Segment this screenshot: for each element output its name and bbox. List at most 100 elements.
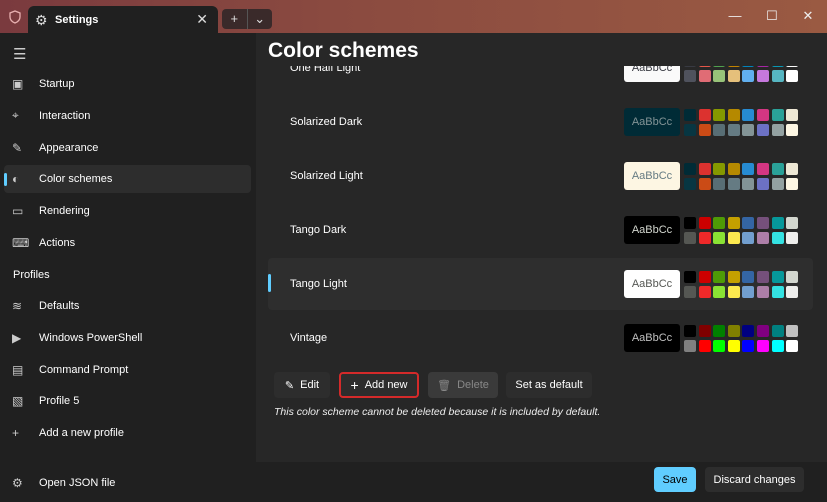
color-swatch xyxy=(742,66,755,67)
sidebar-profile-profile-5-label: Profile 5 xyxy=(39,395,80,408)
color-swatch xyxy=(742,325,755,337)
save-button[interactable]: Save xyxy=(654,467,696,492)
color-swatch xyxy=(786,163,799,175)
color-swatch xyxy=(698,232,711,244)
color-swatch xyxy=(698,163,711,175)
sidebar-item-actions[interactable]: ⌨ Actions xyxy=(4,229,251,257)
color-swatch xyxy=(742,70,755,82)
sidebar-item-rendering[interactable]: ▭ Rendering xyxy=(4,197,251,225)
color-swatch xyxy=(684,124,696,136)
color-swatch xyxy=(698,66,711,67)
color-swatch xyxy=(742,124,755,136)
maximize-button[interactable]: ☐ xyxy=(762,8,782,24)
sidebar-profile-profile-5-icon: ▧ xyxy=(12,394,24,409)
sidebar-profile-command-prompt[interactable]: ▤ Command Prompt xyxy=(4,356,251,384)
sidebar-item-interaction-icon: ⌖ xyxy=(12,108,19,123)
color-swatch xyxy=(713,232,726,244)
color-swatch xyxy=(786,109,799,121)
discard-changes-button[interactable]: Discard changes xyxy=(705,467,804,492)
delete-button[interactable]: 🗑 Delete xyxy=(428,372,498,398)
color-swatch xyxy=(684,340,696,352)
color-swatch xyxy=(742,271,755,283)
color-swatch xyxy=(698,286,711,298)
color-swatch xyxy=(757,271,769,283)
plus-icon: + xyxy=(350,377,359,393)
sidebar-item-rendering-icon: ▭ xyxy=(12,204,24,219)
sidebar-item-appearance-icon: ✎ xyxy=(12,140,23,155)
color-swatch xyxy=(742,340,755,352)
minimize-button[interactable]: — xyxy=(725,8,745,23)
sidebar-item-appearance[interactable]: ✎ Appearance xyxy=(4,134,251,162)
color-swatch xyxy=(684,178,696,190)
color-swatch xyxy=(771,217,784,229)
sidebar-profile-profile-5[interactable]: ▧ Profile 5 xyxy=(4,387,251,415)
add-new-button[interactable]: + Add new xyxy=(339,372,419,398)
sidebar-profile-defaults[interactable]: ≋ Defaults xyxy=(4,292,251,320)
color-swatch xyxy=(742,109,755,121)
scheme-row[interactable]: Tango Light AaBbCc xyxy=(268,258,813,310)
sidebar-profile-add-a-new-profile[interactable]: + Add a new profile xyxy=(4,419,251,447)
color-swatch xyxy=(684,217,696,229)
color-swatch xyxy=(698,124,711,136)
delete-note: This color scheme cannot be deleted beca… xyxy=(274,406,601,418)
color-swatch xyxy=(684,109,696,121)
close-button[interactable]: ✕ xyxy=(798,8,818,24)
color-swatch xyxy=(771,163,784,175)
color-swatch xyxy=(786,217,799,229)
color-swatch xyxy=(684,70,696,82)
scheme-preview: AaBbCc xyxy=(624,108,680,136)
sidebar-profile-command-prompt-icon: ▤ xyxy=(12,362,24,377)
sidebar-item-rendering-label: Rendering xyxy=(39,205,90,218)
color-swatch xyxy=(786,232,799,244)
tab-settings[interactable]: ⚙ Settings ✕ xyxy=(28,6,218,33)
sidebar-profile-defaults-icon: ≋ xyxy=(12,299,23,313)
scheme-preview: AaBbCc xyxy=(624,66,680,82)
color-swatch xyxy=(698,70,711,82)
open-json-file[interactable]: ⚙ Open JSON file xyxy=(4,469,251,497)
color-swatch xyxy=(698,340,711,352)
scheme-row[interactable]: Solarized Dark AaBbCc xyxy=(268,96,813,148)
color-swatch xyxy=(786,286,799,298)
scheme-row[interactable]: Tango Dark AaBbCc xyxy=(268,204,813,256)
sidebar-profile-command-prompt-label: Command Prompt xyxy=(39,363,129,376)
color-swatch xyxy=(727,163,740,175)
color-swatch xyxy=(713,286,726,298)
sidebar-item-interaction[interactable]: ⌖ Interaction xyxy=(4,102,251,130)
sidebar-profile-add-a-new-profile-label: Add a new profile xyxy=(39,427,124,440)
tab-title: Settings xyxy=(55,14,99,26)
color-swatch xyxy=(786,70,799,82)
scheme-preview: AaBbCc xyxy=(624,270,680,298)
scheme-row[interactable]: Solarized Light AaBbCc xyxy=(268,150,813,202)
color-swatch xyxy=(771,325,784,337)
color-swatch xyxy=(757,232,769,244)
color-swatch xyxy=(786,325,799,337)
scheme-row[interactable]: Vintage AaBbCc xyxy=(268,312,813,364)
scheme-row[interactable]: One Half Light AaBbCc xyxy=(268,66,813,94)
tab-close-icon[interactable]: ✕ xyxy=(196,11,208,28)
new-tab-button[interactable]: + xyxy=(222,9,248,29)
color-swatch xyxy=(757,124,769,136)
color-swatch xyxy=(684,325,696,337)
color-swatch xyxy=(727,124,740,136)
color-swatch xyxy=(771,178,784,190)
set-default-button[interactable]: Set as default xyxy=(506,372,592,398)
sidebar-item-startup[interactable]: ▣ Startup xyxy=(4,70,251,98)
color-swatch xyxy=(727,232,740,244)
sidebar-profile-windows-powershell[interactable]: ▶ Windows PowerShell xyxy=(4,324,251,352)
sidebar-item-color-schemes[interactable]: ◐ Color schemes xyxy=(4,165,251,194)
edit-button[interactable]: ✎ Edit xyxy=(274,372,330,398)
color-swatch xyxy=(786,124,799,136)
sidebar: ☰ ▣ Startup ⌖ Interaction ✎ Appearance ◐ Color … xyxy=(0,33,256,502)
new-tab-group: + ⌄ xyxy=(222,9,272,29)
tab-dropdown-button[interactable]: ⌄ xyxy=(248,9,273,29)
pencil-icon: ✎ xyxy=(284,379,295,392)
color-swatch xyxy=(771,340,784,352)
color-swatch xyxy=(757,178,769,190)
color-swatch xyxy=(757,340,769,352)
title-bar: ⚙ Settings ✕ + ⌄ — ☐ ✕ xyxy=(0,0,827,33)
profiles-header: Profiles xyxy=(13,269,50,281)
hamburger-menu-icon[interactable]: ☰ xyxy=(13,45,26,63)
scheme-list[interactable]: One Half Light AaBbCc Solarized Dark AaBb… xyxy=(268,66,813,366)
color-swatch xyxy=(727,325,740,337)
color-swatch xyxy=(713,340,726,352)
